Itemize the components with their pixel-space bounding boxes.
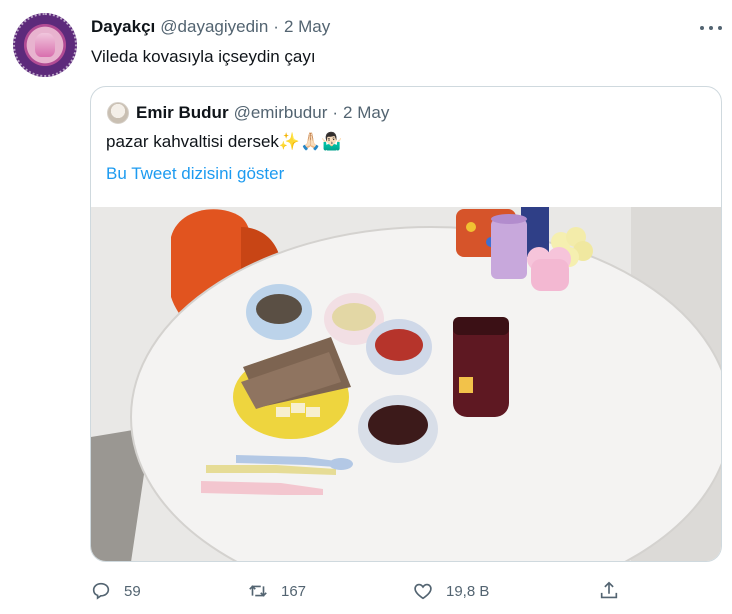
show-thread-link[interactable]: Bu Tweet dizisini göster	[106, 164, 284, 184]
more-icon[interactable]	[700, 18, 722, 38]
more-dot	[700, 26, 704, 30]
retweet-icon	[249, 585, 267, 597]
avatar-figure	[35, 33, 55, 57]
quoted-tweet[interactable]: Emir Budur @emirbudur · 2 May pazar kahv…	[90, 86, 722, 562]
quoted-tweet-text: pazar kahvaltisi dersek	[106, 132, 279, 151]
author-handle[interactable]: @dayagiyedin	[160, 17, 268, 37]
tweet-date[interactable]: 2 May	[284, 17, 330, 37]
quoted-tweet-emojis: ✨🙏🏻🤷🏻‍♂️	[278, 132, 343, 151]
tweet-text: Vileda kovasıyla içseydin çayı	[91, 47, 316, 66]
share-button[interactable]	[598, 576, 620, 606]
author-avatar[interactable]	[13, 13, 77, 77]
more-dot	[718, 26, 722, 30]
quoted-tweet-date: 2 May	[343, 103, 390, 122]
quoted-tweet-header: Emir Budur @emirbudur · 2 May	[136, 102, 389, 124]
reply-button[interactable]: 59	[90, 576, 141, 606]
tweet-actions: 59 167 19,8 B	[90, 576, 722, 606]
tweet: Dayakçı @dayagiyedin · 2 May Vileda kova…	[0, 0, 732, 614]
heart-icon	[414, 583, 432, 600]
like-count: 19,8 B	[446, 582, 490, 600]
reply-icon	[92, 582, 110, 600]
quoted-author-avatar[interactable]	[107, 102, 129, 124]
reply-count: 59	[124, 582, 141, 600]
like-button[interactable]: 19,8 B	[412, 576, 489, 606]
retweet-button[interactable]: 167	[247, 576, 306, 606]
retweet-count: 167	[281, 582, 307, 600]
tweet-photo[interactable]	[91, 207, 721, 561]
author-name[interactable]: Dayakçı	[91, 17, 155, 37]
tweet-header: Dayakçı @dayagiyedin · 2 May	[91, 16, 330, 38]
quoted-header-separator: ·	[332, 103, 339, 122]
quoted-tweet-text-line: pazar kahvaltisi dersek✨🙏🏻🤷🏻‍♂️	[106, 132, 342, 152]
share-icon	[600, 581, 618, 599]
more-dot	[709, 26, 713, 30]
quoted-author-handle: @emirbudur	[233, 103, 328, 122]
breakfast-photo-illustration	[91, 207, 721, 561]
header-separator: ·	[273, 17, 279, 36]
quoted-author-name: Emir Budur	[136, 103, 229, 122]
